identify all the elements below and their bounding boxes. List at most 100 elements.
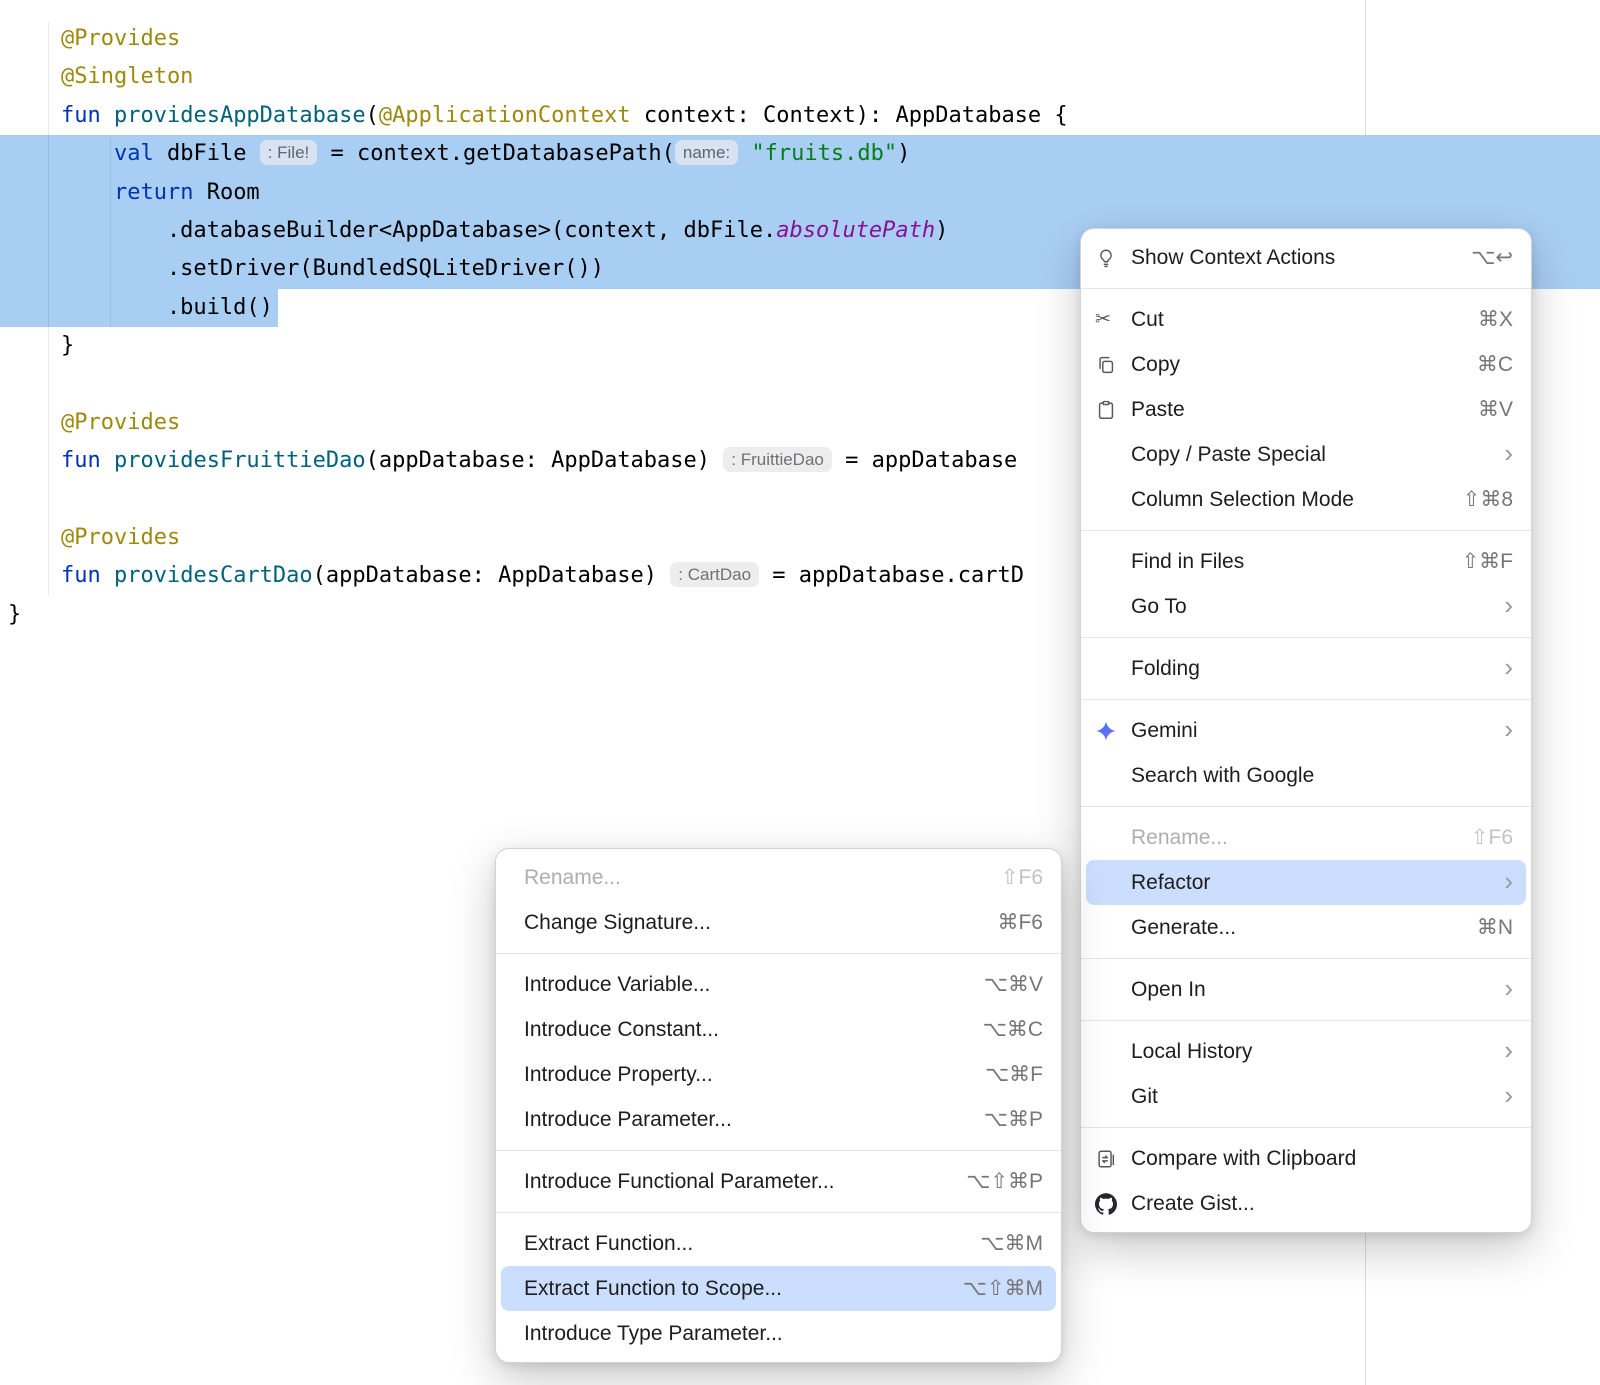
code-token: } bbox=[8, 602, 21, 627]
code-token: = appDatabase.cartD bbox=[759, 563, 1024, 588]
submenu-chevron-icon: › bbox=[1504, 868, 1513, 894]
menu-item-introduce-property[interactable]: Introduce Property... ⌥⌘F bbox=[501, 1052, 1056, 1097]
menu-separator bbox=[496, 1150, 1061, 1151]
code-line[interactable] bbox=[8, 366, 1068, 404]
menu-item-label: Create Gist... bbox=[1131, 1192, 1513, 1216]
menu-item-extract-function[interactable]: Extract Function... ⌥⌘M bbox=[501, 1221, 1056, 1266]
menu-item-label: Git bbox=[1131, 1085, 1480, 1109]
code-line[interactable] bbox=[8, 481, 1068, 519]
code-token: context: Context): AppDatabase { bbox=[631, 103, 1068, 128]
code-line[interactable]: } bbox=[8, 327, 1068, 365]
ide-screenshot: { "editor": { "selection_color": "#A9CEF… bbox=[0, 0, 1600, 1385]
menu-item-copy[interactable]: Copy⌘C bbox=[1086, 342, 1526, 387]
code-token: ) bbox=[897, 141, 910, 166]
menu-item-git[interactable]: Git › bbox=[1086, 1074, 1526, 1119]
menu-item-introduce-parameter[interactable]: Introduce Parameter...⌥⌘P bbox=[501, 1097, 1056, 1142]
code-line[interactable]: .setDriver(BundledSQLiteDriver()) bbox=[8, 250, 1068, 288]
menu-item-folding[interactable]: Folding› bbox=[1086, 646, 1526, 691]
menu-item-find-in-files[interactable]: Find in Files⇧⌘F bbox=[1086, 539, 1526, 584]
menu-item-copy-paste-special[interactable]: Copy / Paste Special› bbox=[1086, 432, 1526, 477]
menu-item-label: Change Signature... bbox=[524, 911, 973, 935]
menu-shortcut: ⇧F6 bbox=[1001, 865, 1043, 890]
menu-item-search-with-google[interactable]: Search with Google bbox=[1086, 753, 1526, 798]
menu-shortcut: ⌥⇧⌘M bbox=[963, 1276, 1043, 1301]
code-line[interactable]: fun providesCartDao(appDatabase: AppData… bbox=[8, 557, 1068, 595]
code-line[interactable]: @Provides bbox=[8, 519, 1068, 557]
menu-separator bbox=[1081, 530, 1531, 531]
code-token bbox=[8, 448, 61, 473]
menu-item-label: Column Selection Mode bbox=[1131, 488, 1439, 512]
menu-item-gemini[interactable]: Gemini› bbox=[1086, 708, 1526, 753]
menu-separator bbox=[1081, 1020, 1531, 1021]
menu-item-extract-function-to-scope[interactable]: Extract Function to Scope... ⌥⇧⌘M bbox=[501, 1266, 1056, 1311]
code-line[interactable]: .databaseBuilder<AppDatabase>(context, d… bbox=[8, 212, 1068, 250]
code-token: providesAppDatabase bbox=[114, 103, 366, 128]
menu-item-label: Extract Function to Scope... bbox=[524, 1277, 939, 1301]
menu-item-cut[interactable]: ✂Cut⌘X bbox=[1086, 297, 1526, 342]
submenu-chevron-icon: › bbox=[1504, 592, 1513, 618]
code-token bbox=[101, 563, 114, 588]
menu-shortcut: ⌥⌘F bbox=[985, 1062, 1043, 1087]
menu-item-go-to[interactable]: Go To› bbox=[1086, 584, 1526, 629]
menu-separator bbox=[1081, 958, 1531, 959]
menu-item-local-history[interactable]: Local History› bbox=[1086, 1029, 1526, 1074]
code-line[interactable]: } bbox=[8, 596, 1068, 634]
menu-item-create-gist[interactable]: Create Gist... bbox=[1086, 1181, 1526, 1226]
menu-item-rename: Rename...⇧F6 bbox=[1086, 815, 1526, 860]
code-token: .build() bbox=[8, 295, 273, 320]
code-text[interactable]: @Provides @Singleton fun providesAppData… bbox=[8, 0, 1068, 634]
menu-item-label: Local History bbox=[1131, 1040, 1480, 1064]
menu-item-column-selection-mode[interactable]: Column Selection Mode⇧⌘8 bbox=[1086, 477, 1526, 522]
menu-item-compare-with-clipboard[interactable]: Compare with Clipboard bbox=[1086, 1136, 1526, 1181]
code-token: .databaseBuilder<AppDatabase>(context, d… bbox=[8, 218, 776, 243]
menu-item-label: Refactor bbox=[1131, 871, 1480, 895]
menu-item-generate[interactable]: Generate...⌘N bbox=[1086, 905, 1526, 950]
menu-item-label: Extract Function... bbox=[524, 1232, 956, 1256]
menu-item-refactor[interactable]: Refactor › bbox=[1086, 860, 1526, 905]
gemini-icon bbox=[1095, 720, 1131, 742]
menu-item-label: Rename... bbox=[1131, 826, 1447, 850]
copy-icon bbox=[1095, 354, 1131, 376]
code-token: ( bbox=[366, 103, 379, 128]
scissors-icon: ✂ bbox=[1095, 310, 1131, 329]
menu-item-paste[interactable]: Paste⌘V bbox=[1086, 387, 1526, 432]
code-line[interactable]: fun providesAppDatabase(@ApplicationCont… bbox=[8, 97, 1068, 135]
code-token bbox=[101, 103, 114, 128]
menu-item-label: Introduce Variable... bbox=[524, 973, 960, 997]
menu-item-label: Introduce Type Parameter... bbox=[524, 1322, 1043, 1346]
menu-item-label: Search with Google bbox=[1131, 764, 1513, 788]
submenu-chevron-icon: › bbox=[1504, 1082, 1513, 1108]
inlay-hint: name: bbox=[675, 140, 738, 165]
code-token bbox=[101, 448, 114, 473]
menu-item-introduce-constant[interactable]: Introduce Constant...⌥⌘C bbox=[501, 1007, 1056, 1052]
code-token: val bbox=[114, 141, 154, 166]
code-line[interactable]: @Provides bbox=[8, 20, 1068, 58]
menu-item-label: Gemini bbox=[1131, 719, 1480, 743]
code-line[interactable]: val dbFile : File! = context.getDatabase… bbox=[8, 135, 1068, 173]
code-line[interactable]: .build() bbox=[8, 289, 1068, 327]
code-line[interactable]: @Provides bbox=[8, 404, 1068, 442]
menu-item-label: Open In bbox=[1131, 978, 1480, 1002]
code-line[interactable]: fun providesFruittieDao(appDatabase: App… bbox=[8, 442, 1068, 480]
code-token bbox=[8, 180, 114, 205]
code-line[interactable]: return Room bbox=[8, 174, 1068, 212]
menu-item-introduce-variable[interactable]: Introduce Variable...⌥⌘V bbox=[501, 962, 1056, 1007]
compare-clipboard-icon bbox=[1095, 1148, 1131, 1170]
code-token bbox=[8, 563, 61, 588]
menu-item-show-context-actions[interactable]: Show Context Actions⌥↩ bbox=[1086, 235, 1526, 280]
menu-item-introduce-functional-parameter[interactable]: Introduce Functional Parameter...⌥⇧⌘P bbox=[501, 1159, 1056, 1204]
menu-item-open-in[interactable]: Open In› bbox=[1086, 967, 1526, 1012]
menu-item-label: Show Context Actions bbox=[1131, 246, 1447, 270]
menu-shortcut: ⌥⌘M bbox=[980, 1231, 1043, 1256]
code-token: dbFile bbox=[154, 141, 260, 166]
menu-item-label: Introduce Constant... bbox=[524, 1018, 959, 1042]
code-token bbox=[8, 141, 114, 166]
menu-item-label: Introduce Property... bbox=[524, 1063, 961, 1087]
code-token: fun bbox=[61, 448, 101, 473]
code-token: fun bbox=[61, 563, 101, 588]
menu-item-label: Copy bbox=[1131, 353, 1453, 377]
code-line[interactable]: @Singleton bbox=[8, 58, 1068, 96]
menu-item-change-signature[interactable]: Change Signature...⌘F6 bbox=[501, 900, 1056, 945]
code-token: fun bbox=[61, 103, 101, 128]
menu-item-introduce-type-parameter[interactable]: Introduce Type Parameter... bbox=[501, 1311, 1056, 1356]
